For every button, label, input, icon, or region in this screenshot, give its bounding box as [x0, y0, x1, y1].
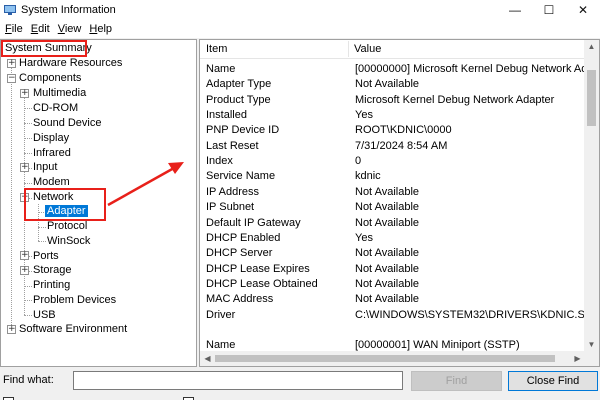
find-input[interactable]: [73, 371, 403, 390]
annotation-arrow-icon: [107, 162, 184, 207]
find-bar: Find what: Find Close Find: [0, 368, 600, 400]
close-find-button[interactable]: Close Find: [508, 371, 598, 391]
find-label: Find what:: [3, 374, 54, 386]
find-button[interactable]: Find: [411, 371, 502, 391]
